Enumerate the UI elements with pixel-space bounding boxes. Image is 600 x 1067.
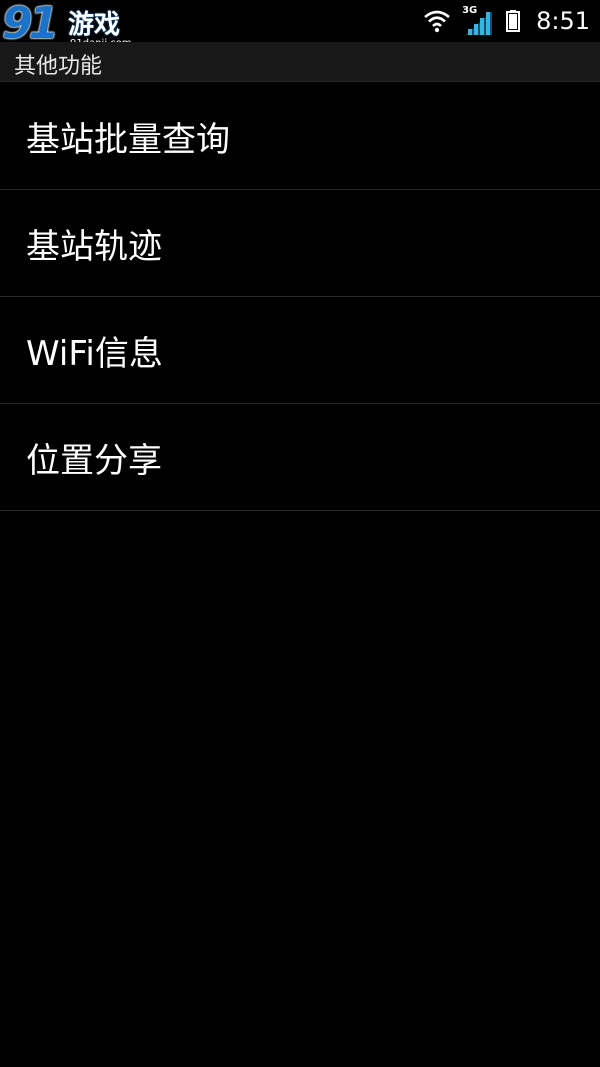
menu-item-label: 基站轨迹 (26, 226, 162, 267)
menu-item-location-share[interactable]: 位置分享 (0, 404, 600, 511)
watermark-text: 游戏 (68, 10, 121, 40)
menu-item-cell-track[interactable]: 基站轨迹 (0, 190, 600, 297)
signal-icon (466, 11, 493, 35)
title-bar: 其他功能 (0, 42, 600, 82)
signal-indicator: 3G (462, 5, 493, 35)
clock: 8:51 (536, 7, 590, 35)
menu-item-label: 位置分享 (26, 440, 162, 481)
battery-icon (506, 10, 521, 32)
menu-item-label: 基站批量查询 (26, 119, 230, 160)
wifi-icon (424, 10, 450, 33)
menu-item-wifi-info[interactable]: WiFi信息 (0, 297, 600, 404)
menu-item-label: WiFi信息 (26, 333, 163, 374)
status-bar: 91 游戏 91danji.com 3G 8:51 (0, 0, 600, 49)
page-title: 其他功能 (14, 54, 103, 79)
status-icons: 3G 8:51 (424, 0, 590, 42)
menu-item-batch-cell-query[interactable]: 基站批量查询 (0, 83, 600, 190)
menu-list: 基站批量查询 基站轨迹 WiFi信息 位置分享 (0, 83, 600, 511)
